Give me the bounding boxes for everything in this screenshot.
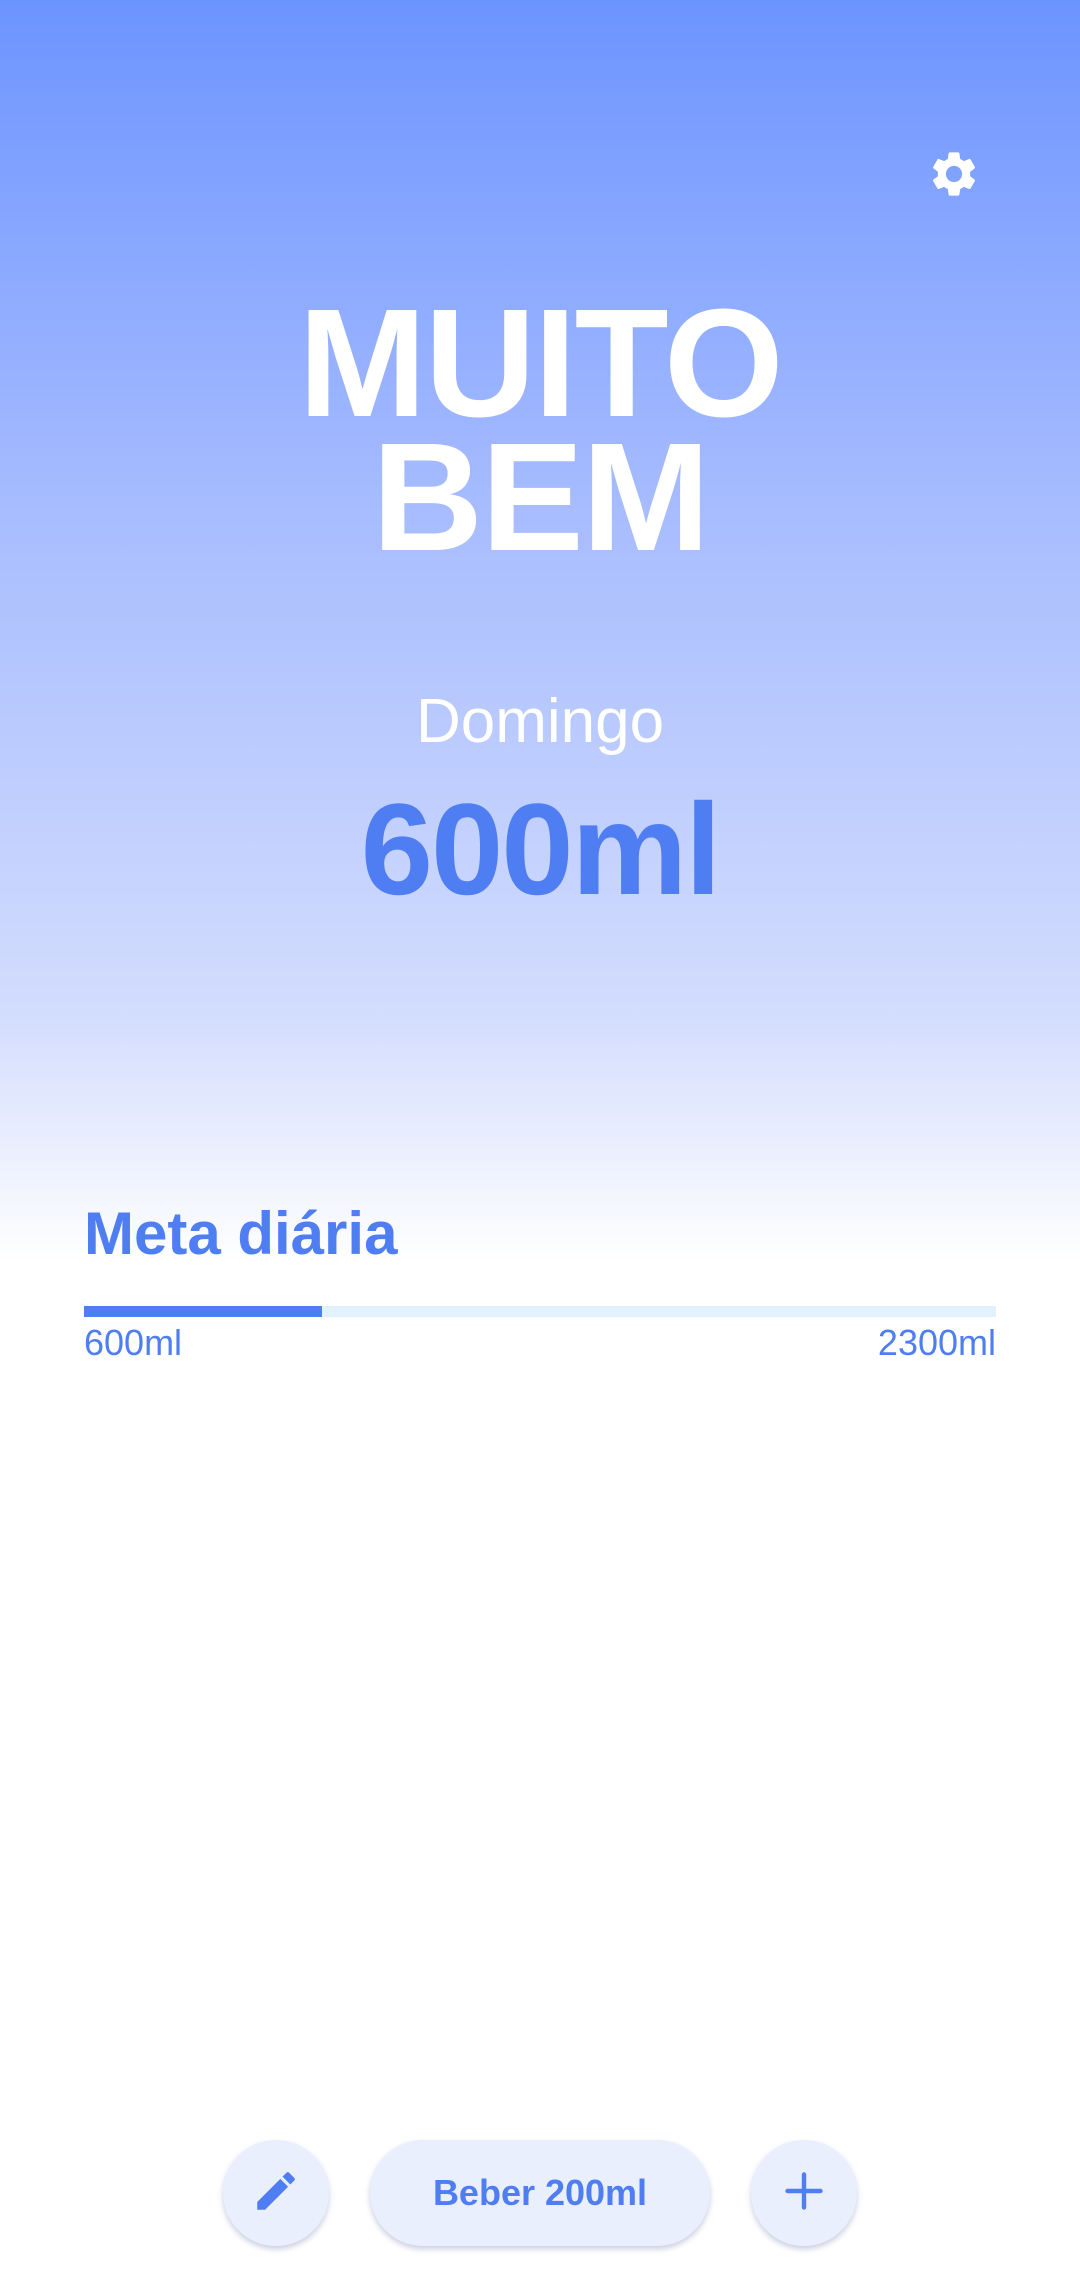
day-label: Domingo <box>415 687 665 756</box>
pencil-icon <box>251 2166 301 2221</box>
daily-goal-progress-bar <box>84 1306 996 1317</box>
progress-goal-label: 2300ml <box>877 1322 996 1363</box>
daily-goal-progress-fill <box>84 1306 323 1317</box>
today-amount: 600ml <box>360 776 722 922</box>
add-button[interactable] <box>751 2140 857 2246</box>
progress-current-label: 600ml <box>84 1322 183 1363</box>
plus-icon <box>782 2169 826 2218</box>
status-title-line2: BEM <box>371 411 710 583</box>
gear-icon <box>927 147 981 206</box>
status-title: MUITO BEM <box>0 277 1080 583</box>
daily-goal-title: Meta diária <box>84 1200 398 1267</box>
action-bar: Beber 200ml <box>0 2140 1080 2248</box>
edit-button[interactable] <box>223 2140 329 2246</box>
drink-button[interactable]: Beber 200ml <box>370 2140 710 2246</box>
status-title-line1: MUITO <box>298 277 783 449</box>
settings-button[interactable] <box>924 146 984 206</box>
